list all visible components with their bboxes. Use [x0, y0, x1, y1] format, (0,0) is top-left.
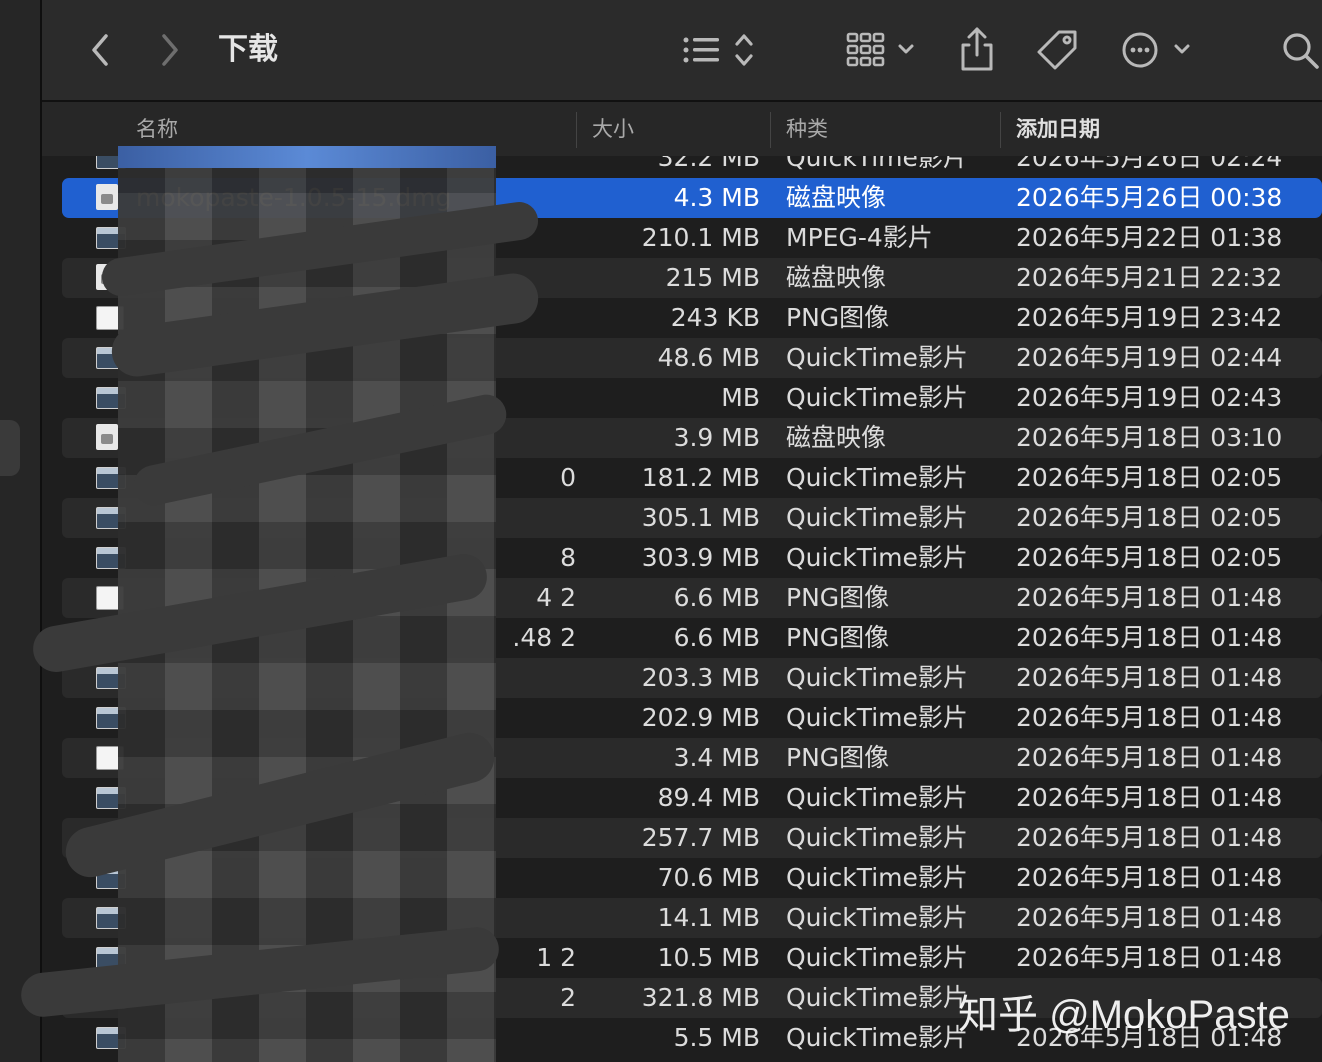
file-kind: QuickTime影片 — [786, 943, 968, 972]
file-kind: PNG图像 — [786, 743, 890, 772]
dmg-file-icon — [96, 184, 118, 210]
file-date-added: 2026年5月19日 02:44 — [1016, 343, 1283, 372]
file-kind: PNG图像 — [786, 623, 890, 652]
file-date-added: 2026年5月18日 01:48 — [1016, 663, 1283, 692]
file-kind: QuickTime影片 — [786, 343, 968, 372]
file-size: 5.5 MB — [673, 1023, 760, 1052]
chevron-right-icon — [162, 34, 178, 66]
window-title: 下载 — [218, 32, 278, 67]
share-button[interactable] — [954, 24, 1000, 74]
file-date-added: 2026年5月18日 01:48 — [1016, 823, 1283, 852]
file-kind: 磁盘映像 — [786, 263, 887, 292]
tag-icon — [1037, 30, 1077, 70]
forward-button[interactable] — [150, 28, 190, 72]
file-size: 4.3 MB — [673, 183, 760, 212]
share-icon — [961, 27, 993, 71]
file-date-added: 2026年5月26日 02:24 — [1016, 156, 1283, 172]
file-date-added: 2026年5月19日 23:42 — [1016, 303, 1283, 332]
search-button[interactable] — [1278, 26, 1322, 74]
file-date-added: 2026年5月18日 01:48 — [1016, 863, 1283, 892]
grid-view-button[interactable] — [842, 26, 922, 74]
file-size: 181.2 MB — [641, 463, 760, 492]
file-kind: QuickTime影片 — [786, 463, 968, 492]
file-size: 202.9 MB — [641, 703, 760, 732]
file-date-added: 2026年5月18日 01:48 — [1016, 743, 1283, 772]
file-date-added: 2026年5月18日 02:05 — [1016, 503, 1283, 532]
file-date-added: 2026年5月18日 01:48 — [1016, 783, 1283, 812]
grid-view-icon — [846, 32, 914, 67]
column-date-header[interactable]: 添加日期 — [1016, 102, 1100, 156]
file-kind: MPEG-4影片 — [786, 223, 933, 252]
file-size: 32.2 MB — [657, 156, 760, 172]
file-size: 10.5 MB — [657, 943, 760, 972]
file-date-added: 2026年5月18日 03:10 — [1016, 423, 1283, 452]
more-icon — [1122, 32, 1190, 68]
file-size: 243 KB — [670, 303, 760, 332]
chevron-left-icon — [92, 34, 108, 66]
file-kind: QuickTime影片 — [786, 863, 968, 892]
file-size: 210.1 MB — [641, 223, 760, 252]
file-size: 89.4 MB — [657, 783, 760, 812]
file-size: 215 MB — [665, 263, 760, 292]
file-kind: QuickTime影片 — [786, 383, 968, 412]
file-date-added: 2026年5月18日 02:05 — [1016, 463, 1283, 492]
file-size: 321.8 MB — [641, 983, 760, 1012]
file-date-added: 2026年5月18日 02:05 — [1016, 543, 1283, 572]
file-kind: QuickTime影片 — [786, 703, 968, 732]
search-icon — [1283, 33, 1319, 69]
file-size: 6.6 MB — [673, 583, 760, 612]
file-kind: PNG图像 — [786, 583, 890, 612]
file-date-added: 2026年5月19日 02:43 — [1016, 383, 1283, 412]
file-kind: QuickTime影片 — [786, 823, 968, 852]
file-size: 48.6 MB — [657, 343, 760, 372]
file-size: 3.9 MB — [673, 423, 760, 452]
toolbar: 下载 — [42, 0, 1322, 102]
file-date-added: 2026年5月21日 22:32 — [1016, 263, 1283, 292]
file-kind: QuickTime影片 — [786, 156, 968, 172]
file-size: 257.7 MB — [641, 823, 760, 852]
list-view-icon — [683, 34, 753, 66]
file-size: 14.1 MB — [657, 903, 760, 932]
privacy-mosaic-selection — [118, 146, 496, 168]
file-size: 3.4 MB — [673, 743, 760, 772]
file-size: 203.3 MB — [641, 663, 760, 692]
file-date-added: 2026年5月18日 01:48 — [1016, 943, 1283, 972]
file-kind: QuickTime影片 — [786, 543, 968, 572]
file-kind: QuickTime影片 — [786, 903, 968, 932]
dmg-file-icon — [96, 424, 118, 450]
more-actions-button[interactable] — [1120, 28, 1200, 72]
file-kind: QuickTime影片 — [786, 663, 968, 692]
file-kind: PNG图像 — [786, 303, 890, 332]
file-date-added: 2026年5月18日 01:48 — [1016, 703, 1283, 732]
file-date-added: 2026年5月22日 01:38 — [1016, 223, 1283, 252]
file-kind: QuickTime影片 — [786, 503, 968, 532]
sidebar-resize-handle[interactable] — [0, 420, 20, 476]
file-date-added: 2026年5月18日 01:48 — [1016, 623, 1283, 652]
back-button[interactable] — [80, 28, 120, 72]
file-size: 70.6 MB — [657, 863, 760, 892]
file-size: 305.1 MB — [641, 503, 760, 532]
file-date-added: 2026年5月26日 00:38 — [1016, 183, 1283, 212]
column-divider[interactable] — [770, 112, 771, 148]
file-date-added: 2026年5月18日 01:48 — [1016, 583, 1283, 612]
watermark: 知乎 @MokoPaste — [958, 993, 1290, 1037]
file-size: MB — [721, 383, 760, 412]
file-kind: 磁盘映像 — [786, 183, 887, 212]
column-divider[interactable] — [576, 112, 577, 148]
file-date-added: 2026年5月18日 01:48 — [1016, 903, 1283, 932]
sidebar-edge — [0, 0, 42, 1062]
file-size: 6.6 MB — [673, 623, 760, 652]
file-size: 303.9 MB — [641, 543, 760, 572]
column-divider[interactable] — [1000, 112, 1001, 148]
file-kind: 磁盘映像 — [786, 423, 887, 452]
file-kind: QuickTime影片 — [786, 783, 968, 812]
tag-button[interactable] — [1032, 26, 1082, 74]
column-kind-header[interactable]: 种类 — [786, 102, 828, 156]
finder-window: 下载 名称 大小 种类 添加日期 32.2 MB QuickTime影片 202… — [0, 0, 1322, 1062]
list-view-button[interactable] — [674, 28, 764, 72]
column-size-header[interactable]: 大小 — [592, 102, 634, 156]
